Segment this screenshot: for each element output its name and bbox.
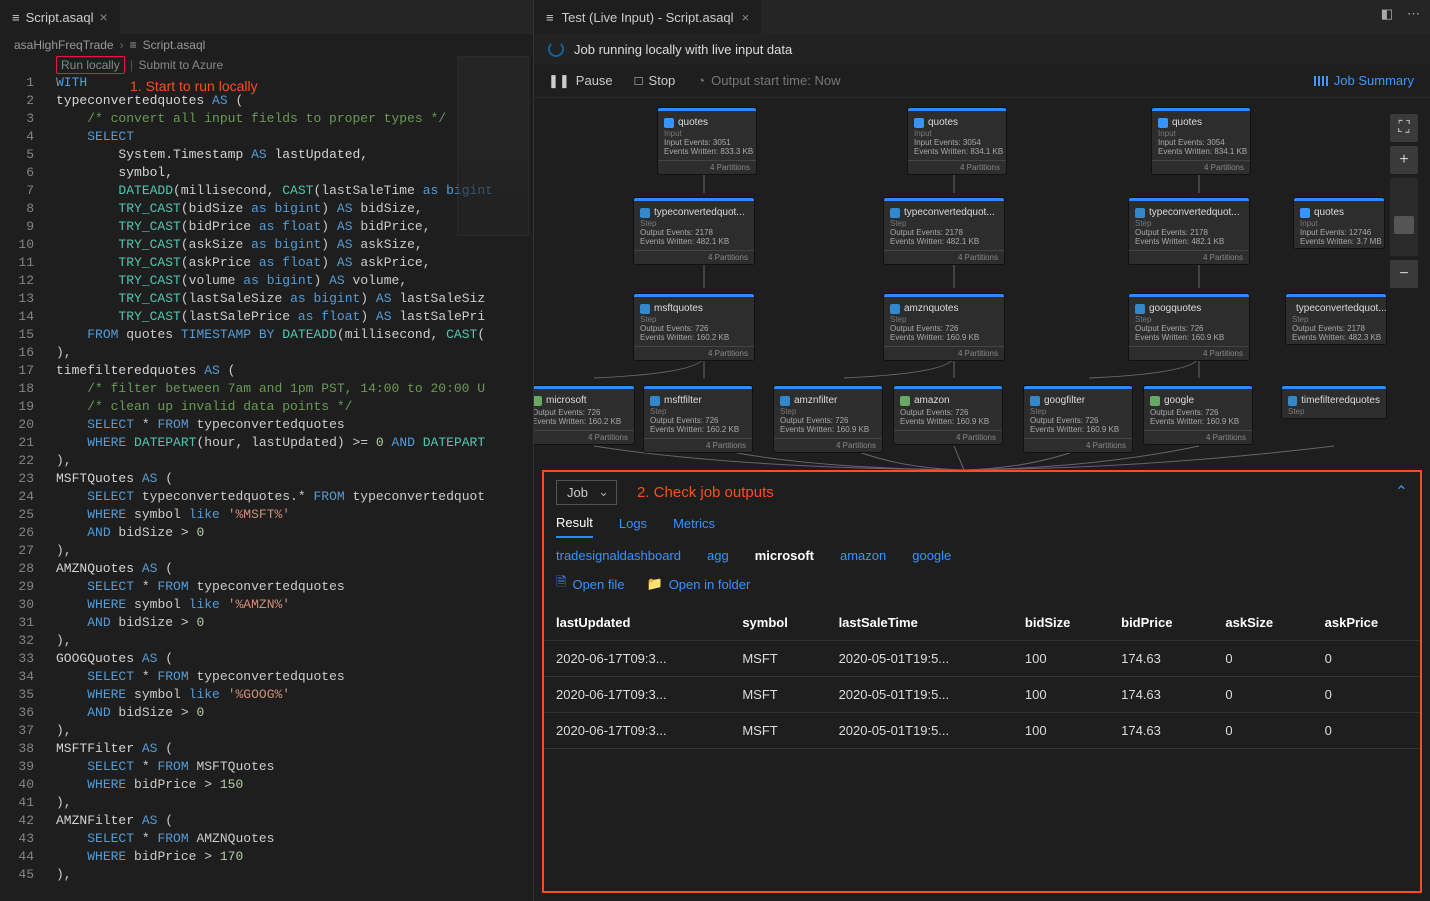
- status-banner: Job running locally with live input data: [534, 34, 1430, 64]
- sink-tab-agg[interactable]: agg: [707, 548, 729, 563]
- test-tab[interactable]: ≡ Test (Live Input) - Script.asaql ×: [534, 0, 761, 34]
- open-file-link[interactable]: 🗎 Open file: [556, 573, 625, 595]
- table-row[interactable]: 2020-06-17T09:3...MSFT2020-05-01T19:5...…: [544, 641, 1420, 677]
- zoom-slider[interactable]: [1390, 178, 1418, 256]
- node-amazon[interactable]: amazon Output Events: 726Events Written:…: [894, 386, 1002, 444]
- sink-tab-tradesignaldashboard[interactable]: tradesignaldashboard: [556, 548, 681, 563]
- node-timefilteredquotes[interactable]: timefilteredquotes Step: [1282, 386, 1386, 418]
- subtab-result[interactable]: Result: [556, 515, 593, 538]
- sink-tab-microsoft[interactable]: microsoft: [755, 548, 814, 563]
- run-locally-link[interactable]: Run locally: [56, 56, 125, 74]
- test-tab-title: Test (Live Input) - Script.asaql: [562, 10, 734, 25]
- output-panel: ⌃ Job 2. Check job outputs Result Logs Met…: [542, 470, 1422, 893]
- node-msftquotes[interactable]: msftquotes Step Output Events: 726Events…: [634, 294, 754, 360]
- node-googfilter[interactable]: googfilter Step Output Events: 726Events…: [1024, 386, 1132, 452]
- editor-pane: ≡ Script.asaql × asaHighFreqTrade › ≡ Sc…: [0, 0, 534, 901]
- preview-icon: ≡: [546, 10, 554, 25]
- col-lastUpdated[interactable]: lastUpdated: [544, 605, 730, 641]
- sink-tab-amazon[interactable]: amazon: [840, 548, 886, 563]
- col-lastSaleTime[interactable]: lastSaleTime: [827, 605, 1013, 641]
- subtab-logs[interactable]: Logs: [619, 516, 647, 537]
- output-start-time[interactable]: ◔ Output start time: Now: [697, 73, 840, 88]
- table-row[interactable]: 2020-06-17T09:3...MSFT2020-05-01T19:5...…: [544, 713, 1420, 749]
- chevron-right-icon: ›: [120, 38, 124, 52]
- pause-button[interactable]: ❚❚ Pause: [548, 73, 613, 89]
- node-microsoft[interactable]: microsoft Output Events: 726Events Writt…: [534, 386, 634, 444]
- editor-tab-script[interactable]: ≡ Script.asaql ×: [0, 0, 120, 34]
- player-bar: ❚❚ Pause □ Stop ◔ Output start time: Now…: [534, 64, 1430, 98]
- banner-text: Job running locally with live input data: [574, 42, 792, 57]
- codelens-bar: Run locally | Submit to Azure: [0, 56, 533, 74]
- test-pane: ≡ Test (Live Input) - Script.asaql × ◧ ⋯…: [534, 0, 1430, 901]
- submit-azure-link[interactable]: Submit to Azure: [139, 58, 224, 72]
- annotation-2: 2. Check job outputs: [637, 484, 774, 501]
- node-tcq-1[interactable]: typeconvertedquot... Step Output Events:…: [634, 198, 754, 264]
- subtab-metrics[interactable]: Metrics: [673, 516, 715, 537]
- job-select-wrap: Job: [556, 480, 617, 505]
- job-summary-link[interactable]: Job Summary: [1314, 73, 1414, 88]
- minimap[interactable]: [457, 56, 529, 236]
- tab-title: Script.asaql: [26, 10, 94, 25]
- job-select[interactable]: Job: [556, 480, 617, 505]
- table-row[interactable]: 2020-06-17T09:3...MSFT2020-05-01T19:5...…: [544, 677, 1420, 713]
- collapse-icon[interactable]: ⌃: [1395, 482, 1408, 502]
- output-subtabs: Result Logs Metrics: [544, 512, 1420, 540]
- node-tcq-4[interactable]: typeconvertedquot... Step Output Events:…: [1286, 294, 1386, 344]
- editor-tab-bar: ≡ Script.asaql ×: [0, 0, 533, 34]
- results-table: lastUpdatedsymbollastSaleTimebidSizebidP…: [544, 605, 1420, 749]
- open-in-folder-link[interactable]: 📁 Open in folder: [647, 573, 751, 595]
- breadcrumb-file[interactable]: Script.asaql: [143, 38, 206, 52]
- col-askPrice[interactable]: askPrice: [1313, 605, 1420, 641]
- breadcrumb[interactable]: asaHighFreqTrade › ≡ Script.asaql: [0, 34, 533, 56]
- test-tab-bar: ≡ Test (Live Input) - Script.asaql × ◧ ⋯: [534, 0, 1430, 34]
- sink-tab-google[interactable]: google: [912, 548, 951, 563]
- node-tcq-3[interactable]: typeconvertedquot... Step Output Events:…: [1129, 198, 1249, 264]
- output-sink-tabs: tradesignaldashboard agg microsoft amazon go…: [544, 540, 1420, 569]
- node-amznquotes[interactable]: amznquotes Step Output Events: 726Events…: [884, 294, 1004, 360]
- file-icon: ≡: [12, 10, 20, 25]
- node-tcq-2[interactable]: typeconvertedquot... Step Output Events:…: [884, 198, 1004, 264]
- code-editor[interactable]: 1234567891011121314151617181920212223242…: [0, 74, 533, 901]
- more-actions-icon[interactable]: ⋯: [1407, 6, 1420, 22]
- zoom-controls: ⛶ + −: [1390, 114, 1418, 288]
- breadcrumb-root[interactable]: asaHighFreqTrade: [14, 38, 114, 52]
- col-bidSize[interactable]: bidSize: [1013, 605, 1109, 641]
- zoom-fit-button[interactable]: ⛶: [1390, 114, 1418, 142]
- node-google[interactable]: google Output Events: 726Events Written:…: [1144, 386, 1252, 444]
- bars-icon: [1314, 76, 1328, 86]
- node-msftfilter[interactable]: msftfilter Step Output Events: 726Events…: [644, 386, 752, 452]
- col-askSize[interactable]: askSize: [1213, 605, 1312, 641]
- col-bidPrice[interactable]: bidPrice: [1109, 605, 1213, 641]
- close-icon[interactable]: ×: [742, 10, 750, 25]
- node-googquotes[interactable]: googquotes Step Output Events: 726Events…: [1129, 294, 1249, 360]
- close-icon[interactable]: ×: [100, 9, 108, 25]
- editor-actions: ◧ ⋯: [1381, 6, 1420, 22]
- col-symbol[interactable]: symbol: [730, 605, 826, 641]
- file-icon: ≡: [130, 38, 137, 52]
- zoom-out-button[interactable]: −: [1390, 260, 1418, 288]
- split-editor-icon[interactable]: ◧: [1381, 6, 1393, 22]
- annotation-1: 1. Start to run locally: [130, 78, 258, 94]
- zoom-in-button[interactable]: +: [1390, 146, 1418, 174]
- node-quotes-4[interactable]: quotes Input Input Events: 12746Events W…: [1294, 198, 1384, 248]
- job-diagram[interactable]: quotes Input Input Events: 3051Events Wr…: [534, 98, 1430, 470]
- node-quotes-2[interactable]: quotes Input Input Events: 3054Events Wr…: [908, 108, 1006, 174]
- node-quotes-1[interactable]: quotes Input Input Events: 3051Events Wr…: [658, 108, 756, 174]
- spinner-icon: [548, 41, 564, 57]
- stop-button[interactable]: □ Stop: [635, 73, 676, 88]
- node-amznfilter[interactable]: amznfilter Step Output Events: 726Events…: [774, 386, 882, 452]
- node-quotes-3[interactable]: quotes Input Input Events: 3054Events Wr…: [1152, 108, 1250, 174]
